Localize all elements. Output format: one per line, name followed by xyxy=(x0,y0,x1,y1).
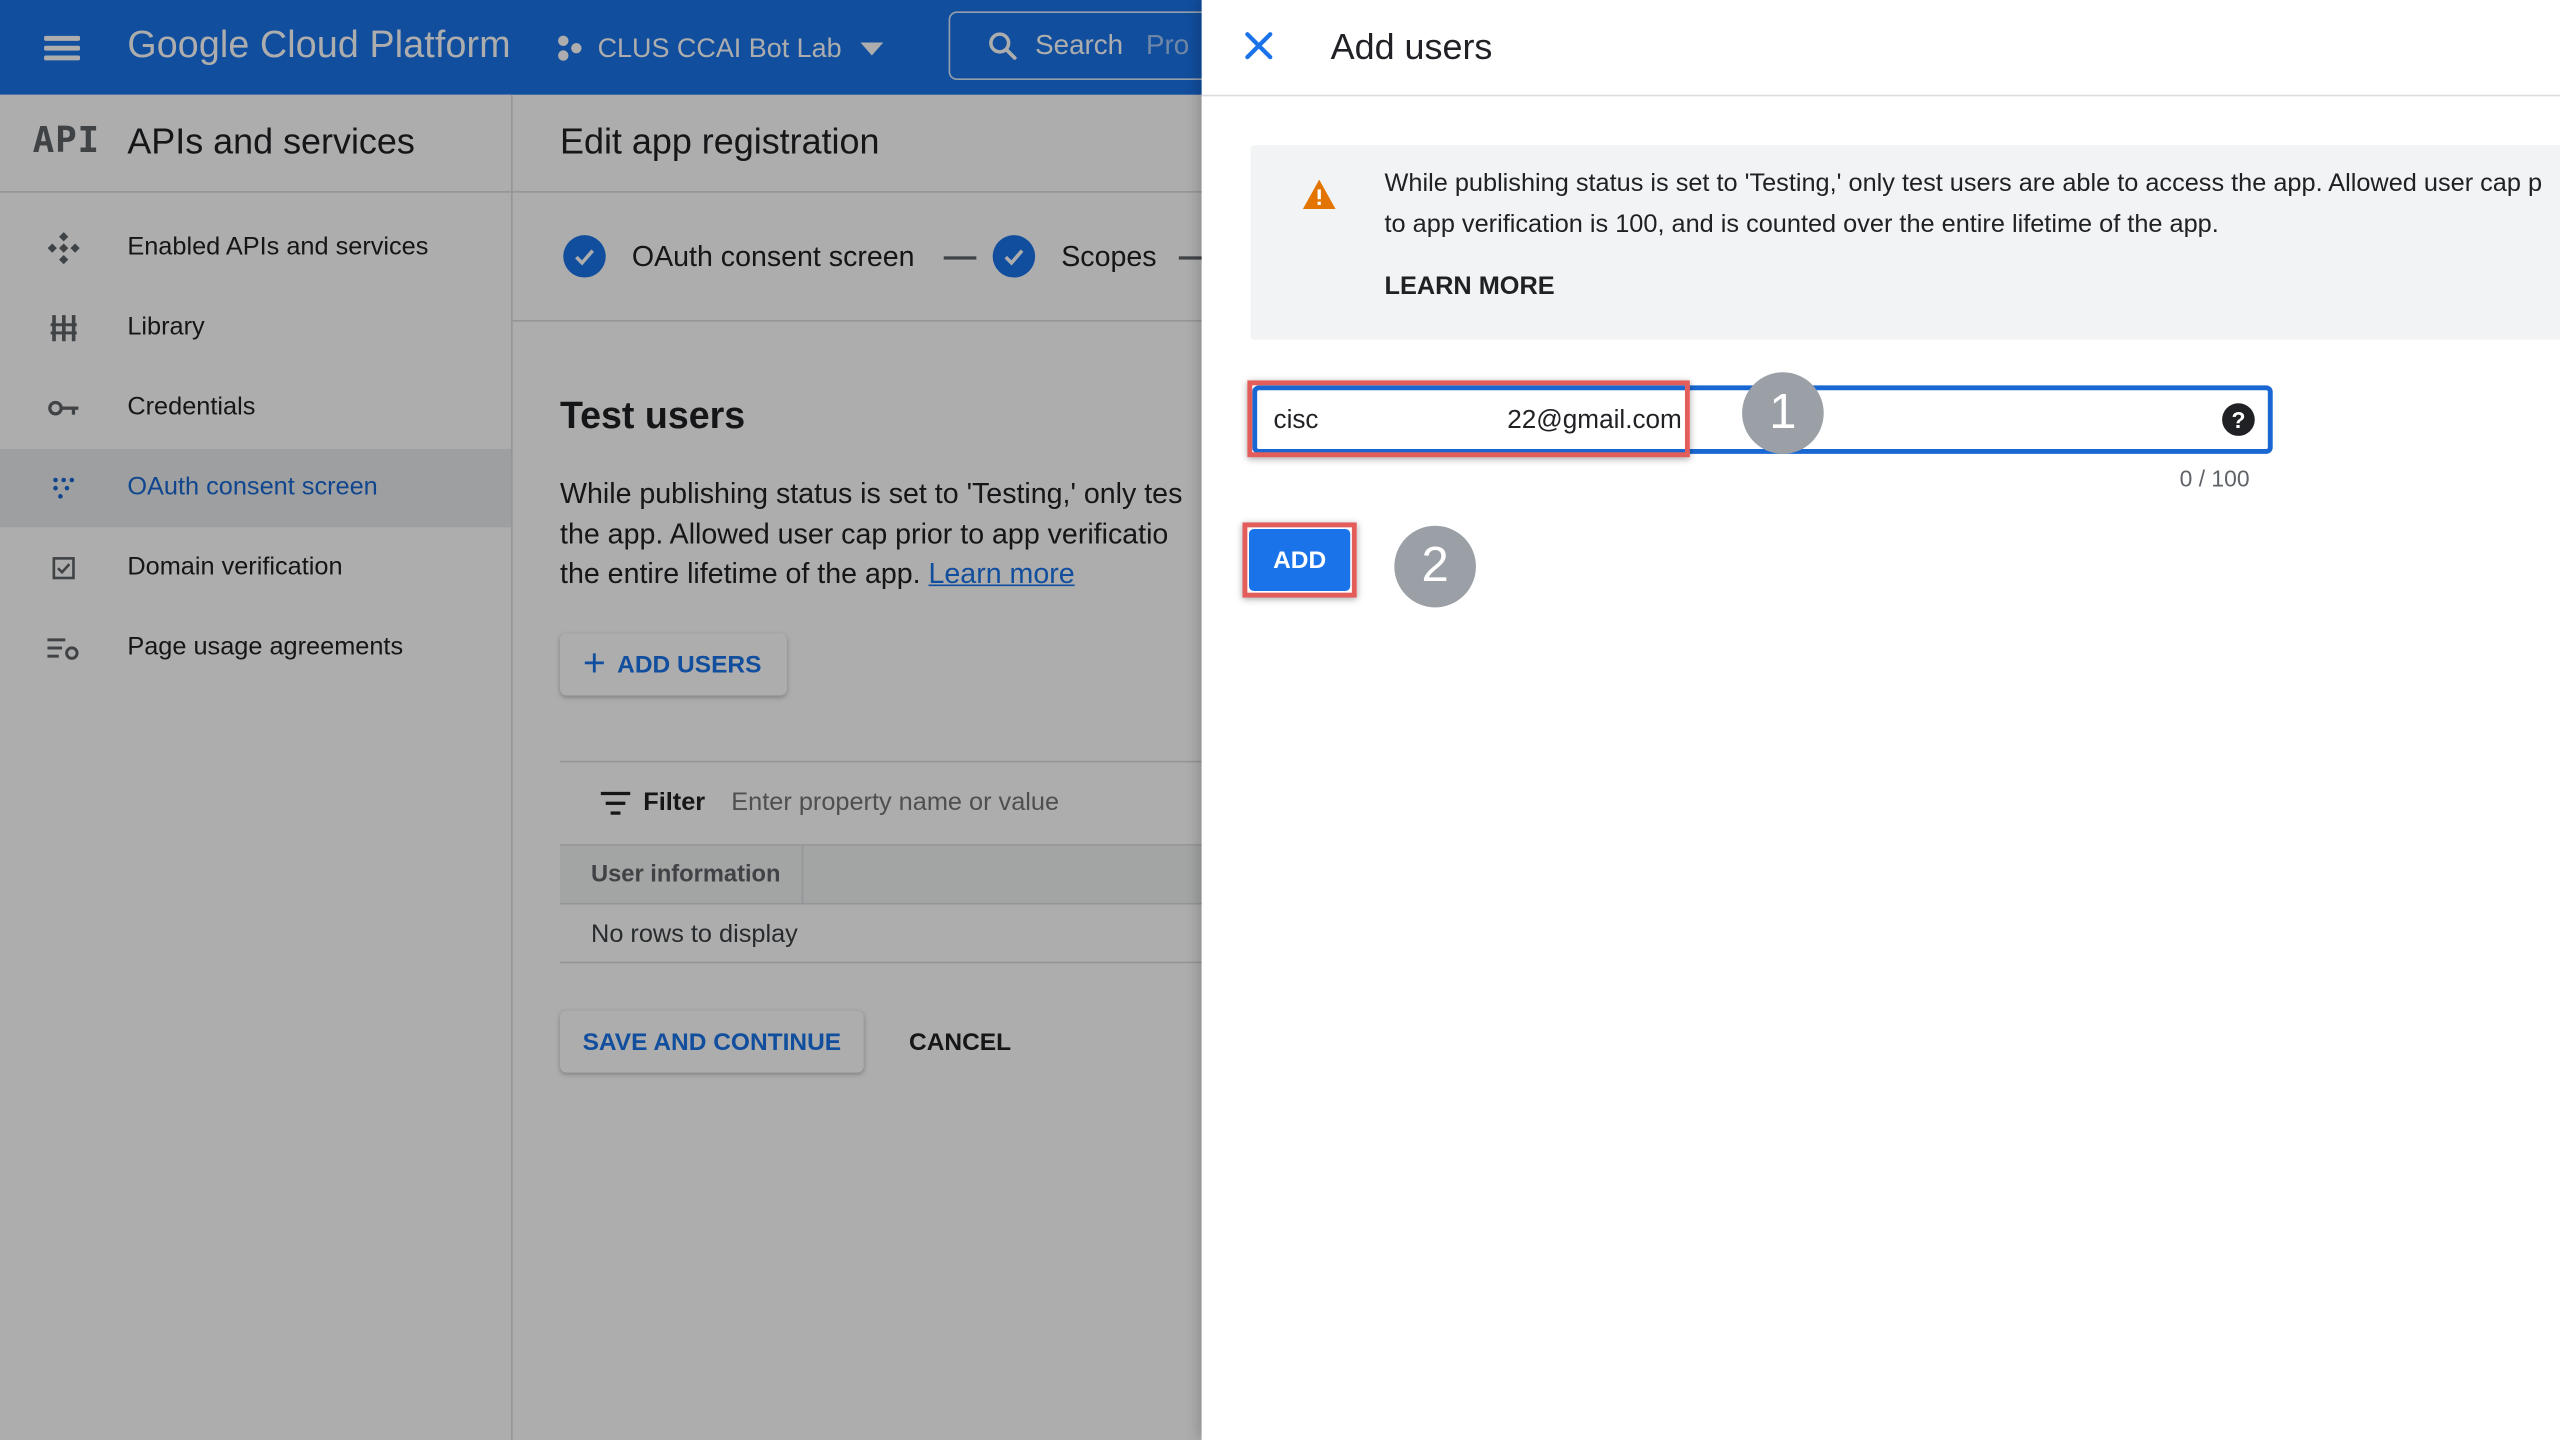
step-marker-1: 1 xyxy=(1742,372,1824,454)
banner-line: to app verification is 100, and is count… xyxy=(1384,209,2219,238)
drawer-header: Add users xyxy=(1201,0,2560,97)
help-icon[interactable]: ? xyxy=(2222,403,2255,436)
annotation-highlight-email xyxy=(1247,380,1690,458)
info-banner: While publishing status is set to 'Testi… xyxy=(1250,145,2560,340)
banner-line: While publishing status is set to 'Testi… xyxy=(1384,169,2543,198)
step-marker-2: 2 xyxy=(1394,525,1476,608)
annotation-highlight-add xyxy=(1242,522,1357,598)
learn-more-button[interactable]: LEARN MORE xyxy=(1385,273,1555,302)
add-users-drawer: Add users While publishing status is set… xyxy=(1201,0,2560,1440)
drawer-title: Add users xyxy=(1330,26,1493,67)
close-icon[interactable] xyxy=(1234,21,1283,70)
modal-scrim[interactable] xyxy=(0,0,1202,1440)
warning-icon xyxy=(1302,179,1336,209)
character-counter: 0 / 100 xyxy=(2179,465,2250,492)
banner-text: While publishing status is set to 'Testi… xyxy=(1385,165,2560,245)
